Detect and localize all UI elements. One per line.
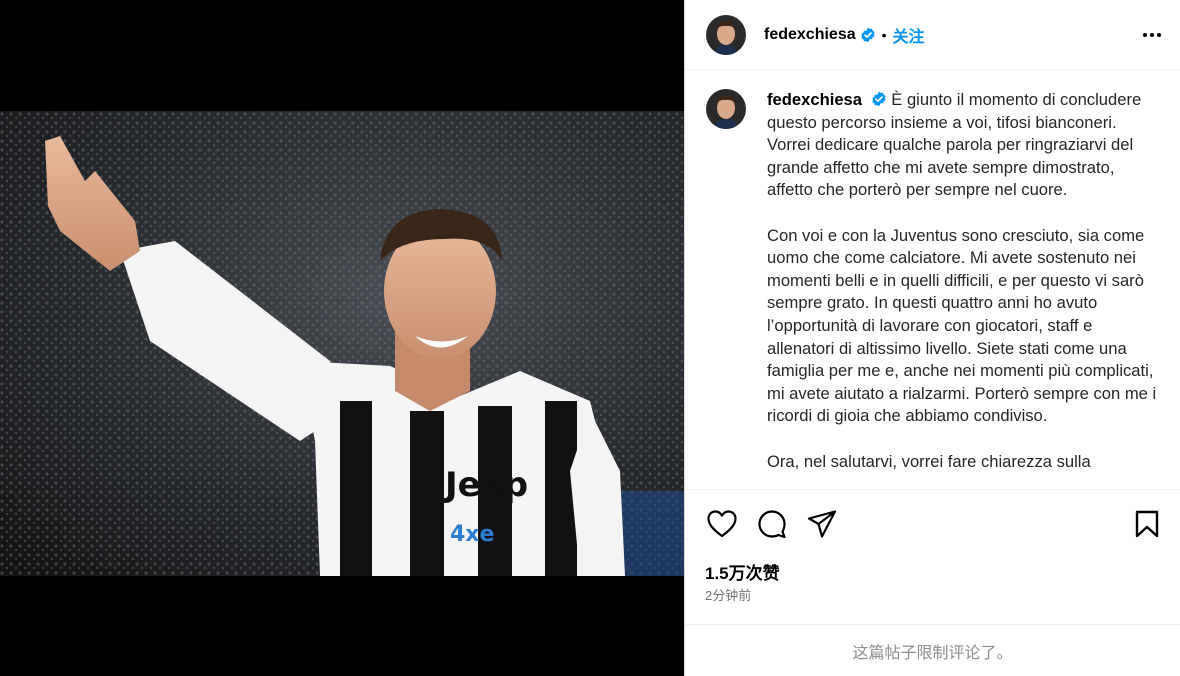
caption-area[interactable]: fedexchiesa È giunto il momento di concl… — [685, 71, 1180, 489]
post-timestamp[interactable]: 2分钟前 — [705, 585, 751, 604]
author-username[interactable]: fedexchiesa — [764, 26, 856, 44]
like-count[interactable]: 1.5万次赞 — [705, 559, 780, 584]
share-icon[interactable] — [805, 507, 839, 541]
author-avatar[interactable] — [706, 14, 746, 55]
media-panel: Jeep 4xe — [0, 0, 684, 676]
post-side-panel: fedexchiesa • 关注 fedexchiesa È giunto il… — [684, 0, 1180, 676]
separator-dot: • — [881, 26, 887, 43]
verified-badge-icon — [871, 91, 887, 107]
post-header: fedexchiesa • 关注 — [685, 0, 1180, 70]
action-bar — [685, 489, 1180, 557]
comment-icon[interactable] — [755, 507, 789, 541]
follow-button[interactable]: 关注 — [893, 23, 925, 47]
caption-text: fedexchiesa È giunto il momento di concl… — [767, 89, 1159, 489]
more-options-icon[interactable] — [1140, 23, 1164, 47]
caption-paragraph-2: Con voi e con la Juventus sono cresciuto… — [767, 225, 1157, 426]
verified-badge-icon — [860, 27, 876, 43]
bookmark-icon[interactable] — [1130, 507, 1164, 541]
svg-text:4xe: 4xe — [450, 522, 494, 547]
caption-username[interactable]: fedexchiesa — [767, 90, 862, 109]
caption-avatar[interactable] — [706, 89, 746, 129]
post-photo[interactable]: Jeep 4xe — [0, 111, 684, 576]
comments-limited-notice: 这篇帖子限制评论了。 — [685, 624, 1180, 676]
svg-text:Jeep: Jeep — [443, 465, 528, 505]
instagram-post-viewer: Jeep 4xe fedexchiesa • 关注 fedexchiesa È … — [0, 0, 1180, 676]
caption-paragraph-3: Ora, nel salutarvi, vorrei fare chiarezz… — [767, 451, 1091, 471]
heart-icon[interactable] — [705, 507, 739, 541]
